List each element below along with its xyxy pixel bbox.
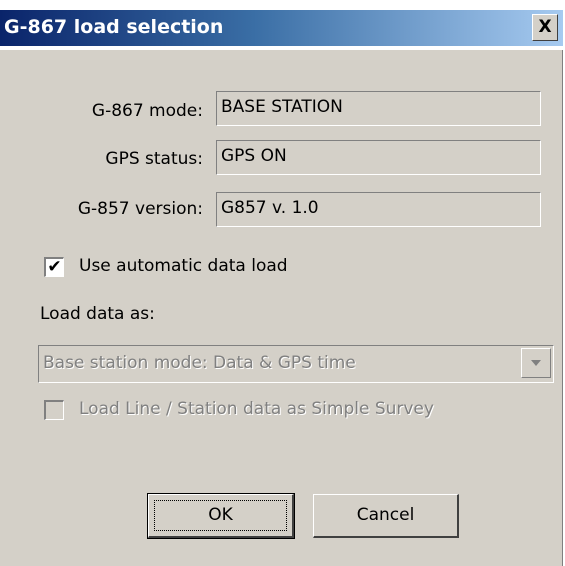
version-label: G-857 version: [77, 199, 203, 219]
load-mode-select[interactable]: Base station mode: Data & GPS time [38, 345, 554, 383]
ok-button[interactable]: OK [147, 493, 295, 539]
simple-survey-checkbox[interactable] [44, 400, 64, 420]
chevron-down-icon [531, 360, 541, 366]
cancel-button[interactable]: Cancel [313, 494, 459, 538]
close-button[interactable]: X [532, 14, 558, 41]
gps-status-label: GPS status: [105, 149, 203, 169]
version-field: G857 v. 1.0 [216, 192, 541, 227]
load-mode-selected-value: Base station mode: Data & GPS time [43, 353, 356, 373]
close-icon: X [538, 17, 552, 37]
checkmark-icon: ✔ [47, 257, 62, 277]
window-title: G-867 load selection [4, 16, 224, 38]
auto-load-checkbox[interactable]: ✔ [44, 257, 64, 277]
simple-survey-label[interactable]: Load Line / Station data as Simple Surve… [79, 399, 434, 419]
load-data-as-label: Load data as: [40, 304, 155, 324]
cancel-button-label: Cancel [356, 505, 415, 525]
focus-indicator [154, 500, 287, 531]
dropdown-button[interactable] [521, 348, 551, 378]
auto-load-label[interactable]: Use automatic data load [79, 256, 288, 276]
title-bar: G-867 load selection X [0, 0, 563, 50]
load-selection-dialog: G-867 load selection X G-867 mode: BASE … [0, 0, 563, 566]
mode-label: G-867 mode: [91, 101, 203, 121]
mode-field: BASE STATION [216, 91, 541, 126]
gps-status-field: GPS ON [216, 140, 541, 175]
